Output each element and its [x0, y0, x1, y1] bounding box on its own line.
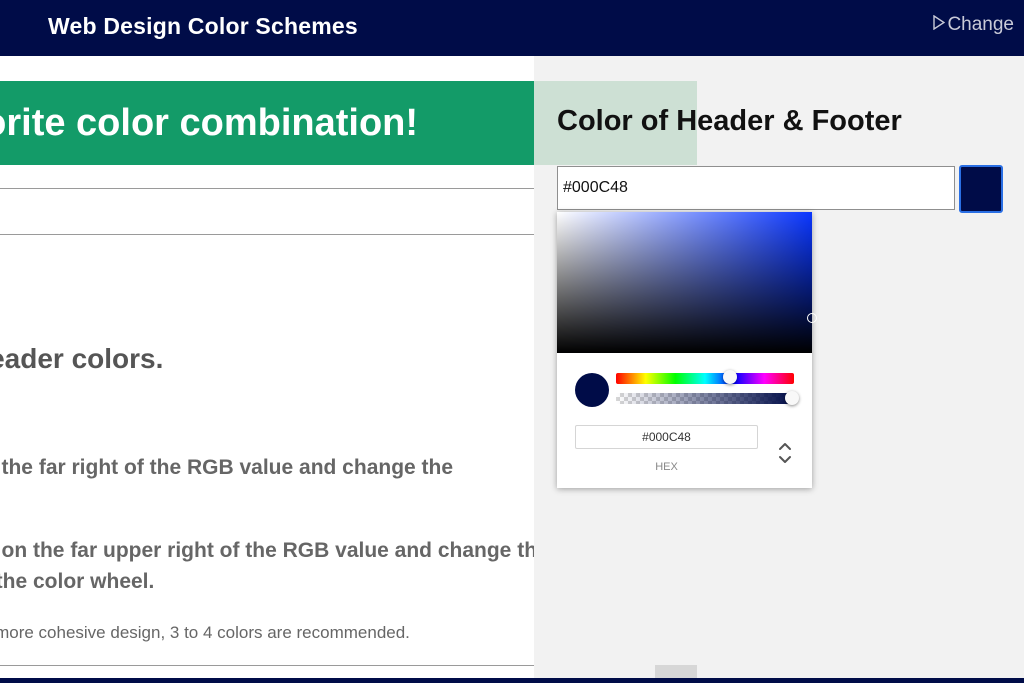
- site-title[interactable]: Web Design Color Schemes: [48, 13, 358, 40]
- play-triangle-icon: [933, 14, 946, 35]
- hex-color-field[interactable]: [557, 166, 955, 210]
- divider: [0, 234, 534, 235]
- color-swatch-button[interactable]: [959, 165, 1003, 213]
- site-footer: [0, 678, 1024, 683]
- change-label: Change: [947, 14, 1014, 35]
- up-down-chevrons-icon[interactable]: [775, 440, 795, 466]
- saturation-value-area[interactable]: [557, 212, 812, 353]
- change-link[interactable]: Change: [933, 14, 1014, 36]
- instruction-step-2-continued: th the color wheel.: [0, 570, 155, 593]
- scrollbar-stub: [655, 665, 697, 678]
- main-content: vorite color combination! header colors.…: [0, 56, 534, 678]
- site-header: Web Design Color Schemes Change: [0, 0, 1024, 56]
- instruction-step-1: on the far right of the RGB value and ch…: [0, 456, 454, 479]
- hue-slider-handle[interactable]: [723, 370, 737, 384]
- section-heading: header colors.: [0, 343, 164, 374]
- color-preview: [575, 373, 609, 407]
- banner: vorite color combination!: [0, 81, 534, 165]
- divider: [0, 188, 534, 189]
- recommendation-note: and more cohesive design, 3 to 4 colors …: [0, 623, 410, 642]
- side-panel-title: Color of Header & Footer: [557, 105, 902, 137]
- hex-mode-label: HEX: [655, 461, 678, 473]
- hue-slider[interactable]: [616, 373, 794, 384]
- instruction-step-2: on on the far upper right of the RGB val…: [0, 539, 534, 562]
- picker-hex-input[interactable]: [575, 425, 758, 449]
- alpha-slider-handle[interactable]: [785, 391, 799, 405]
- color-picker-popup: HEX: [557, 212, 817, 488]
- saturation-handle[interactable]: [807, 313, 817, 323]
- divider: [0, 665, 534, 666]
- alpha-slider[interactable]: [616, 393, 794, 404]
